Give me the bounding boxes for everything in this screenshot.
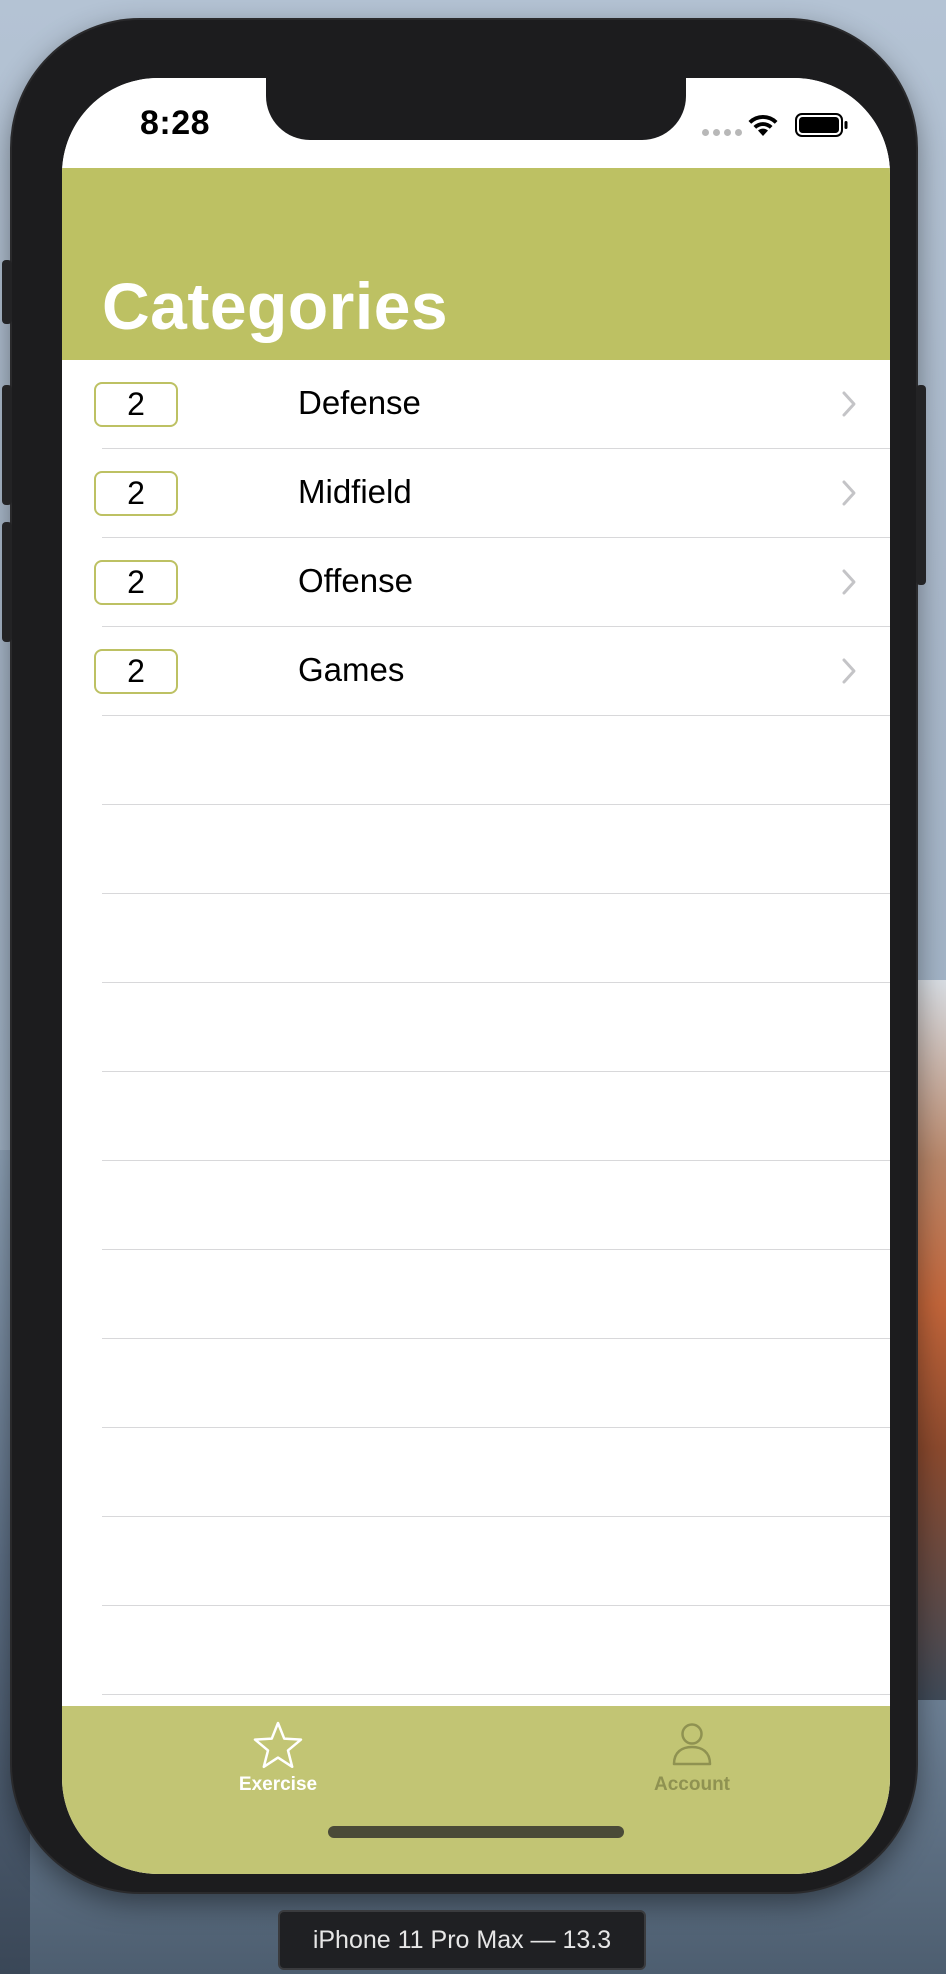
volume-down-button bbox=[2, 522, 12, 642]
mute-switch bbox=[2, 260, 12, 324]
empty-list-row bbox=[62, 805, 890, 894]
volume-up-button bbox=[2, 385, 12, 505]
iphone-frame: 8:28 Categories 2 Defense 2 Midfield 2 O… bbox=[2, 20, 926, 1892]
signal-dots-icon bbox=[702, 129, 742, 136]
simulator-device-label: iPhone 11 Pro Max — 13.3 bbox=[278, 1910, 646, 1970]
page-title: Categories bbox=[102, 269, 449, 343]
empty-list-row bbox=[62, 894, 890, 983]
count-badge: 2 bbox=[94, 382, 178, 427]
empty-list-row bbox=[62, 1250, 890, 1339]
empty-list-row bbox=[62, 1606, 890, 1695]
category-row-offense[interactable]: 2 Offense bbox=[62, 538, 890, 627]
chevron-right-icon bbox=[842, 569, 856, 595]
category-label: Defense bbox=[298, 384, 421, 421]
empty-list-row bbox=[62, 1161, 890, 1250]
notch bbox=[266, 78, 686, 140]
battery-icon bbox=[795, 113, 848, 137]
star-icon bbox=[253, 1721, 303, 1769]
category-label: Midfield bbox=[298, 473, 412, 510]
power-button bbox=[916, 385, 926, 585]
empty-list-row bbox=[62, 1428, 890, 1517]
category-label: Offense bbox=[298, 562, 413, 599]
empty-list-row bbox=[62, 983, 890, 1072]
tab-exercise[interactable]: Exercise bbox=[188, 1720, 368, 1820]
category-row-defense[interactable]: 2 Defense bbox=[62, 360, 890, 449]
tab-label: Account bbox=[654, 1774, 730, 1795]
empty-list-row bbox=[62, 716, 890, 805]
empty-list-row bbox=[62, 1072, 890, 1161]
navigation-header: Categories bbox=[62, 168, 890, 360]
category-list: 2 Defense 2 Midfield 2 Offense 2 Games bbox=[62, 360, 890, 1873]
home-indicator[interactable] bbox=[328, 1826, 624, 1838]
tab-account[interactable]: Account bbox=[602, 1720, 782, 1820]
empty-list-row bbox=[62, 1339, 890, 1428]
tab-label: Exercise bbox=[238, 1774, 318, 1795]
empty-list-row bbox=[62, 1517, 890, 1606]
category-label: Games bbox=[298, 651, 405, 688]
phone-screen: 8:28 Categories 2 Defense 2 Midfield 2 O… bbox=[62, 78, 890, 1874]
chevron-right-icon bbox=[842, 480, 856, 506]
tab-bar: Exercise Account bbox=[62, 1706, 890, 1874]
count-badge: 2 bbox=[94, 560, 178, 605]
wifi-icon bbox=[748, 114, 778, 136]
category-row-midfield[interactable]: 2 Midfield bbox=[62, 449, 890, 538]
status-time: 8:28 bbox=[140, 104, 211, 142]
category-row-games[interactable]: 2 Games bbox=[62, 627, 890, 716]
person-icon bbox=[672, 1723, 712, 1766]
count-badge: 2 bbox=[94, 649, 178, 694]
count-badge: 2 bbox=[94, 471, 178, 516]
chevron-right-icon bbox=[842, 391, 856, 417]
chevron-right-icon bbox=[842, 658, 856, 684]
